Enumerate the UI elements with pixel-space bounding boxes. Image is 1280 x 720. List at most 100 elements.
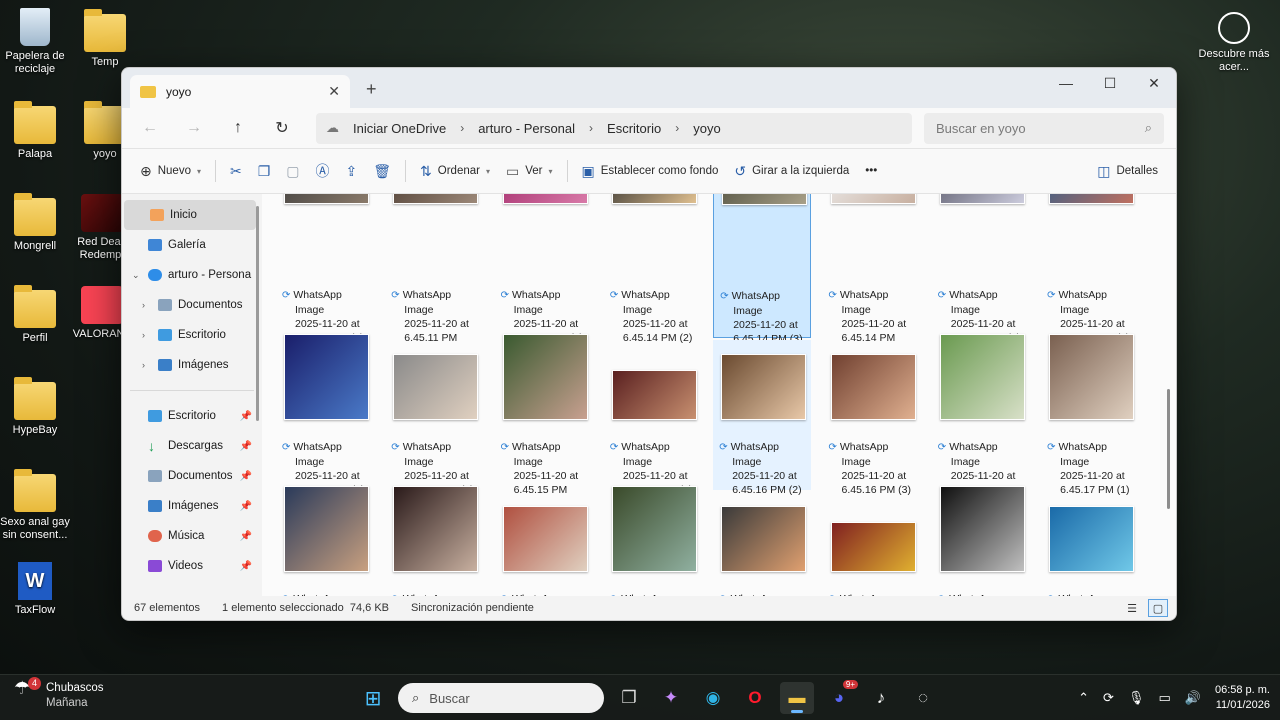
- refresh-icon[interactable]: ↻: [262, 113, 302, 143]
- desktop-icon-palapa[interactable]: Palapa: [0, 101, 73, 161]
- chevron-right-icon[interactable]: ›: [142, 360, 152, 370]
- nav-item-escritorio[interactable]: › Escritorio: [122, 320, 262, 350]
- nav-item-onedrive[interactable]: ⌄ arturo - Persona: [122, 260, 262, 290]
- opera-icon[interactable]: O: [738, 682, 772, 714]
- content-scrollbar[interactable]: [1167, 389, 1170, 509]
- close-tab-icon[interactable]: ✕: [328, 83, 340, 100]
- file-item[interactable]: ⟳ WhatsApp Image 2025-11-20 at 6.45.11 PM: [385, 194, 483, 344]
- file-item[interactable]: ⟳WhatsAppImage2025-11-20 at6.47.10 PM (1…: [823, 492, 921, 596]
- paste-button[interactable]: ▢: [278, 155, 307, 187]
- file-item[interactable]: ⟳WhatsAppImage2025-11-20 at6.45.17 PM (3…: [385, 486, 483, 596]
- chevron-right-icon[interactable]: ›: [142, 330, 152, 340]
- nav-item-gallery[interactable]: Galería: [122, 230, 262, 260]
- details-button[interactable]: ◫ Detalles: [1089, 155, 1166, 187]
- maximize-icon[interactable]: ☐: [1088, 68, 1132, 98]
- chevron-up-icon[interactable]: ⌃: [1078, 690, 1089, 706]
- pin-icon[interactable]: 📌: [240, 531, 252, 542]
- pin-icon[interactable]: 📌: [240, 501, 252, 512]
- file-item[interactable]: ⟳WhatsAppImage2025-11-20 at6.45.15 PM (4…: [385, 340, 483, 496]
- task-view-icon[interactable]: ❐: [612, 682, 646, 714]
- nav-scrollbar[interactable]: [256, 206, 259, 421]
- desktop-icon-temp[interactable]: Temp: [67, 9, 143, 69]
- file-explorer-icon[interactable]: ▬: [780, 682, 814, 714]
- taskbar-search[interactable]: ⌕ Buscar: [398, 683, 604, 713]
- chevron-right-icon[interactable]: ›: [675, 121, 679, 135]
- file-item[interactable]: ⟳WhatsAppImage2025-11-20 at6.47.10 PM (2…: [932, 486, 1030, 596]
- close-icon[interactable]: ✕: [1132, 68, 1176, 98]
- copilot-icon[interactable]: ✦: [654, 682, 688, 714]
- chevron-right-icon[interactable]: ›: [460, 121, 464, 135]
- file-item[interactable]: ⟳WhatsAppImage2025-11-20 at6.45.15 PM (3…: [276, 334, 374, 496]
- pin-icon[interactable]: 📌: [240, 411, 252, 422]
- copy-button[interactable]: ❐: [250, 155, 279, 187]
- minimize-icon[interactable]: —: [1044, 68, 1088, 98]
- desktop-icon-discover[interactable]: Descubre más acer...: [1196, 12, 1272, 74]
- clock[interactable]: 06:58 p. m. 11/01/2026: [1215, 683, 1270, 713]
- nav-item-quick-imagenes[interactable]: Imágenes 📌: [122, 491, 262, 521]
- breadcrumb-escritorio[interactable]: Escritorio: [607, 121, 661, 136]
- pin-icon[interactable]: 📌: [240, 561, 252, 572]
- address-bar[interactable]: ☁ Iniciar OneDrive › arturo - Personal ›…: [316, 112, 912, 144]
- file-item[interactable]: ⟳WhatsAppImage2025-11-20 at6.47.09 PM: [713, 492, 811, 596]
- onedrive-sync-icon[interactable]: ⟳: [1103, 690, 1114, 706]
- pin-icon[interactable]: 📌: [240, 441, 252, 452]
- breadcrumb-personal[interactable]: arturo - Personal: [478, 121, 575, 136]
- desktop-icon-taxflow[interactable]: W TaxFlow: [0, 562, 73, 617]
- file-item[interactable]: ⟳WhatsAppImage2025-11-20 at6.47.10 PM: [1041, 492, 1139, 596]
- nav-item-imagenes[interactable]: › Imágenes: [122, 350, 262, 380]
- rotate-left-button[interactable]: ↺ Girar a la izquierda: [726, 155, 857, 187]
- set-background-button[interactable]: ▣ Establecer como fondo: [574, 155, 727, 187]
- file-item[interactable]: ⟳ WhatsApp Image 2025-11-20 at 6.45.16 PM (2…: [713, 340, 812, 496]
- up-arrow-icon[interactable]: ↑: [218, 113, 258, 143]
- desktop-icon-hypebay[interactable]: HypeBay: [0, 377, 73, 437]
- nav-item-quick-escritorio[interactable]: Escritorio 📌: [122, 401, 262, 431]
- forward-arrow-icon[interactable]: →: [174, 113, 214, 143]
- share-button[interactable]: ⇪: [338, 155, 366, 187]
- network-icon[interactable]: ▭: [1158, 690, 1170, 706]
- nav-item-quick-videos[interactable]: Videos 📌: [122, 551, 262, 581]
- sort-button[interactable]: ⇅ Ordenar ▾: [412, 155, 498, 187]
- chevron-right-icon[interactable]: ›: [142, 300, 152, 310]
- file-item[interactable]: ⟳ WhatsApp Image 2025-11-20 at 6.45.14 PM (2…: [604, 194, 702, 344]
- tab-yoyo[interactable]: yoyo ✕: [130, 75, 350, 108]
- start-button[interactable]: ⊞: [356, 682, 390, 714]
- breadcrumb-yoyo[interactable]: yoyo: [693, 121, 720, 136]
- desktop-icon-mongrell[interactable]: Mongrell: [0, 193, 73, 253]
- tiktok-icon[interactable]: ♪: [864, 682, 898, 714]
- view-button[interactable]: ▭ Ver ▾: [498, 155, 561, 187]
- chevron-right-icon[interactable]: ›: [589, 121, 593, 135]
- volume-icon[interactable]: 🔊: [1185, 690, 1201, 706]
- chevron-down-icon[interactable]: ⌄: [132, 270, 142, 281]
- search-input[interactable]: Buscar en yoyo ⌕: [924, 112, 1164, 144]
- app-icon[interactable]: ◌: [906, 682, 940, 714]
- file-item[interactable]: ⟳WhatsAppImage2025-11-20 at6.45.11 PM (1…: [276, 194, 374, 344]
- file-item[interactable]: ⟳WhatsAppImage2025-11-20 at6.45.16 PM: [932, 334, 1030, 496]
- new-button[interactable]: ⊕ Nuevo ▾: [132, 155, 209, 187]
- nav-item-home[interactable]: Inicio: [124, 200, 256, 230]
- desktop-icon-recycle-bin[interactable]: Papelera de reciclaje: [0, 8, 73, 76]
- delete-button[interactable]: 🗑: [365, 155, 399, 187]
- pin-icon[interactable]: 📌: [240, 471, 252, 482]
- nav-item-quick-descargas[interactable]: ↓ Descargas 📌: [122, 431, 262, 461]
- thumbnail-view-icon[interactable]: ▢: [1148, 599, 1168, 617]
- discord-icon[interactable]: ◕ 9+: [822, 680, 858, 714]
- nav-item-quick-documentos[interactable]: Documentos 📌: [122, 461, 262, 491]
- breadcrumb-onedrive[interactable]: Iniciar OneDrive: [353, 121, 446, 136]
- new-tab-button[interactable]: +: [366, 79, 377, 100]
- file-item[interactable]: ⟳WhatsAppImage2025-11-20 at6.45.15 PM (2…: [1041, 194, 1139, 344]
- file-item[interactable]: ⟳ WhatsApp Image 2025-11-20 at 6.45.17 PM (1…: [1041, 334, 1139, 496]
- file-item[interactable]: ⟳ WhatsApp Image 2025-11-20 at 6.45.16 PM (3…: [823, 340, 921, 496]
- file-item[interactable]: ⟳WhatsAppImage2025-11-20 at6.45.15 PM (1…: [932, 194, 1030, 344]
- desktop-icon-perfil[interactable]: Perfil: [0, 285, 73, 345]
- file-item[interactable]: ⟳ WhatsApp Image 2025-11-20 at 6.45.14 PM (3…: [713, 194, 812, 345]
- file-item[interactable]: ⟳WhatsAppImage2025-11-20 at6.45.14 PM (1…: [495, 194, 593, 344]
- edge-icon[interactable]: ◉: [696, 682, 730, 714]
- file-item[interactable]: ⟳ WhatsApp Image 2025-11-20 at 6.45.14 PM: [823, 194, 921, 344]
- back-arrow-icon[interactable]: ←: [130, 113, 170, 143]
- nav-item-documentos[interactable]: › Documentos: [122, 290, 262, 320]
- file-item[interactable]: ⟳WhatsAppImage2025-11-20 at6.45.17 PM (2…: [276, 486, 374, 596]
- file-item[interactable]: ⟳WhatsAppImage2025-11-20 at6.45.17 PM: [495, 492, 593, 596]
- file-item[interactable]: ⟳WhatsAppImage2025-11-20 at6.45.18 PM: [604, 486, 702, 596]
- details-view-icon[interactable]: ☰: [1122, 599, 1142, 617]
- desktop-icon-folder-9[interactable]: Sexo anal gay sin consent...: [0, 469, 73, 542]
